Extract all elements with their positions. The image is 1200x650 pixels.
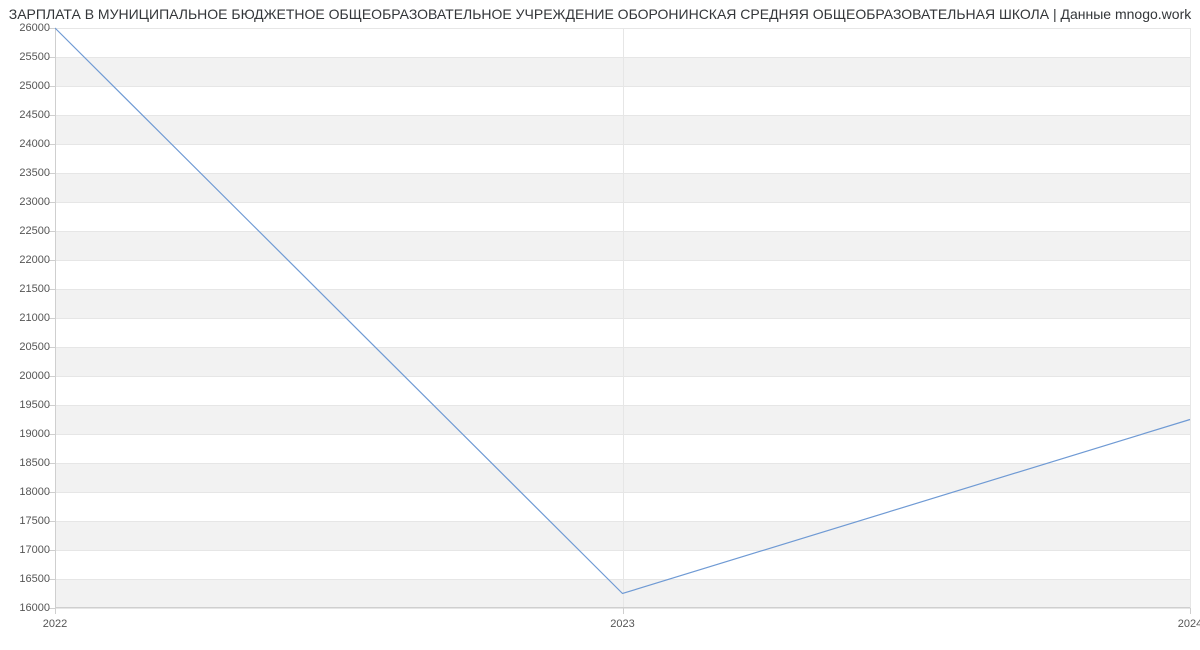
x-gridline bbox=[1190, 28, 1191, 608]
x-tick bbox=[1190, 608, 1191, 614]
y-tick-label: 26000 bbox=[19, 22, 50, 34]
y-tick-label: 19000 bbox=[19, 428, 50, 440]
x-tick bbox=[55, 608, 56, 614]
y-tick-label: 17000 bbox=[19, 544, 50, 556]
y-tick-label: 19500 bbox=[19, 399, 50, 411]
y-tick-label: 21000 bbox=[19, 312, 50, 324]
y-tick-label: 16500 bbox=[19, 573, 50, 585]
y-tick-label: 25500 bbox=[19, 51, 50, 63]
plot-area bbox=[55, 28, 1190, 608]
x-tick-label: 2023 bbox=[610, 618, 634, 630]
y-tick-label: 24500 bbox=[19, 109, 50, 121]
x-tick-label: 2024 bbox=[1178, 618, 1200, 630]
chart-container: ЗАРПЛАТА В МУНИЦИПАЛЬНОЕ БЮДЖЕТНОЕ ОБЩЕО… bbox=[0, 0, 1200, 650]
y-tick-label: 22000 bbox=[19, 254, 50, 266]
y-tick-label: 21500 bbox=[19, 283, 50, 295]
y-tick-label: 16000 bbox=[19, 602, 50, 614]
y-tick-label: 18000 bbox=[19, 486, 50, 498]
y-tick-label: 17500 bbox=[19, 515, 50, 527]
series-line bbox=[55, 28, 1190, 594]
y-tick-label: 22500 bbox=[19, 225, 50, 237]
y-tick-label: 20000 bbox=[19, 370, 50, 382]
y-tick-label: 23500 bbox=[19, 167, 50, 179]
line-layer bbox=[55, 28, 1190, 608]
y-tick-label: 23000 bbox=[19, 196, 50, 208]
x-tick-label: 2022 bbox=[43, 618, 67, 630]
chart-title: ЗАРПЛАТА В МУНИЦИПАЛЬНОЕ БЮДЖЕТНОЕ ОБЩЕО… bbox=[0, 6, 1200, 22]
y-tick-label: 24000 bbox=[19, 138, 50, 150]
x-tick bbox=[623, 608, 624, 614]
y-tick-label: 18500 bbox=[19, 457, 50, 469]
y-tick-label: 25000 bbox=[19, 80, 50, 92]
y-tick-label: 20500 bbox=[19, 341, 50, 353]
